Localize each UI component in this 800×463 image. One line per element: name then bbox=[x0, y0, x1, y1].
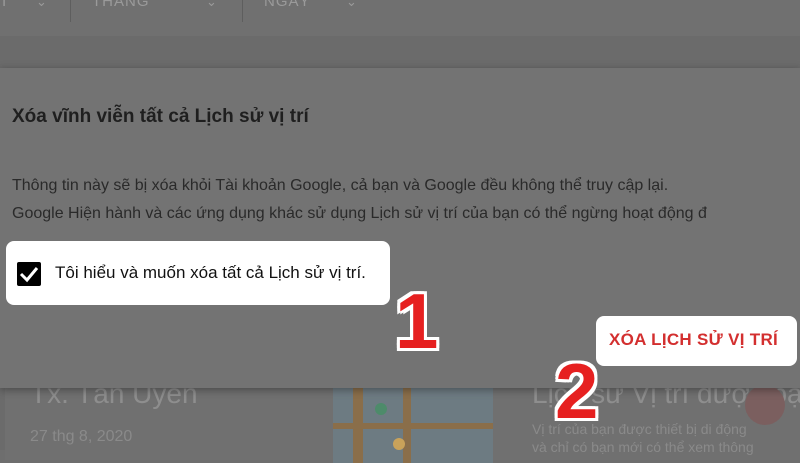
chevron-down-icon: ⌄ bbox=[346, 0, 358, 9]
delete-history-button[interactable]: XÓA LỊCH SỬ VỊ TRÍ bbox=[609, 330, 778, 350]
filter-month[interactable]: THÁNG ⌄ bbox=[92, 0, 242, 28]
chevron-down-icon: ⌄ bbox=[36, 0, 48, 9]
confirm-checkbox-label[interactable]: Tôi hiểu và muốn xóa tất cả Lịch sử vị t… bbox=[55, 263, 366, 283]
dialog-body: Thông tin này sẽ bị xóa khỏi Tài khoản G… bbox=[12, 172, 707, 228]
info-line: và chỉ có bạn mới có thể xem thông bbox=[532, 439, 754, 455]
step-2-marker: 2 bbox=[555, 347, 599, 435]
filter-bar: I ⌄ THÁNG ⌄ NGÀY ⌄ bbox=[0, 0, 800, 37]
map-thumbnail[interactable] bbox=[333, 383, 493, 463]
dialog-title: Xóa vĩnh viễn tất cả Lịch sử vị trí bbox=[12, 106, 309, 127]
info-illustration-icon bbox=[745, 385, 785, 425]
map-pin-icon bbox=[393, 438, 405, 450]
chevron-down-icon: ⌄ bbox=[206, 0, 218, 9]
divider bbox=[70, 0, 71, 22]
place-date: 27 thg 8, 2020 bbox=[30, 428, 133, 445]
step-1-marker: 1 bbox=[395, 277, 439, 365]
divider bbox=[242, 0, 243, 22]
confirm-checkbox[interactable] bbox=[17, 262, 41, 286]
filter-year[interactable]: I ⌄ bbox=[0, 0, 70, 28]
dialog-body-line: Thông tin này sẽ bị xóa khỏi Tài khoản G… bbox=[12, 177, 669, 194]
dialog-body-line: Google Hiện hành và các ứng dụng khác sử… bbox=[12, 205, 707, 222]
filter-day[interactable]: NGÀY ⌄ bbox=[264, 0, 374, 28]
map-pin-icon bbox=[375, 403, 387, 415]
map-road bbox=[333, 423, 493, 429]
checkmark-icon bbox=[19, 267, 39, 283]
